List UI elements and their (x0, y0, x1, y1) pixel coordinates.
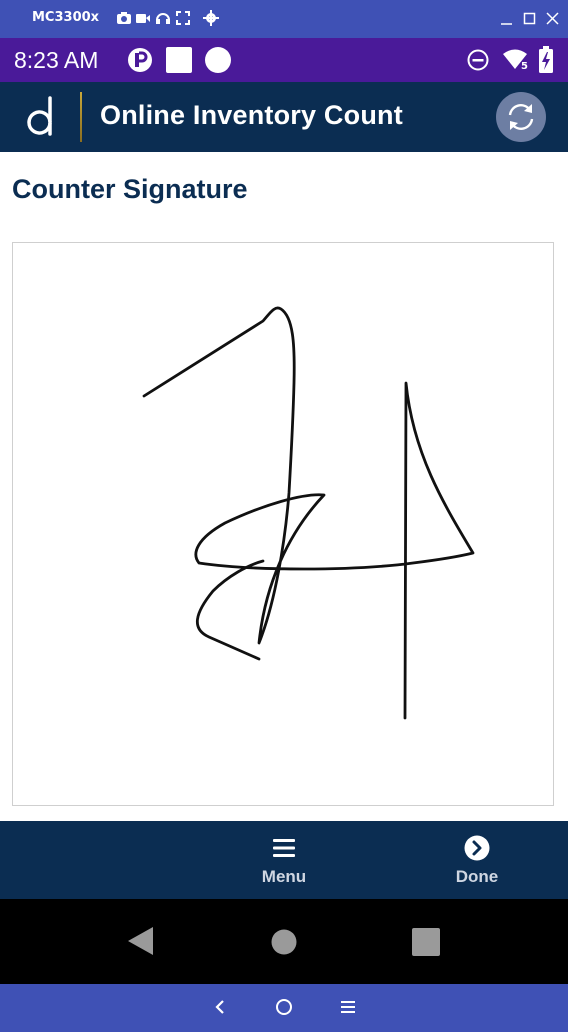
done-label: Done (455, 867, 499, 886)
wifi-icon: 5 (503, 49, 528, 72)
camera-icon[interactable] (116, 10, 132, 26)
emulator-bottom-bar (0, 984, 568, 1032)
page-heading: Counter Signature (12, 174, 248, 204)
status-time: 8:23 AM (14, 47, 99, 73)
nav-recents-icon[interactable] (412, 928, 440, 956)
app-logo-icon (27, 96, 52, 136)
hamburger-menu-icon (273, 839, 295, 857)
video-icon[interactable] (135, 10, 151, 26)
signature-pad[interactable] (12, 242, 554, 806)
menu-button[interactable]: Menu (234, 835, 334, 887)
menu-label: Menu (261, 867, 307, 886)
white-square-icon (166, 47, 192, 73)
maximize-icon[interactable] (522, 11, 538, 27)
close-icon[interactable] (545, 11, 561, 27)
status-bar: 8:23 AM 5 (0, 38, 568, 82)
emulator-title-bar: MC3300x (0, 0, 568, 38)
headset-icon[interactable] (155, 10, 171, 26)
sync-icon (508, 104, 534, 130)
nav-back-icon[interactable] (127, 926, 155, 956)
settings-icon[interactable] (203, 10, 219, 26)
done-button[interactable]: Done (427, 835, 527, 887)
nav-home-icon[interactable] (271, 929, 297, 955)
home-icon[interactable] (275, 998, 293, 1016)
app-header: Online Inventory Count (0, 82, 568, 152)
battery-icon (539, 46, 553, 73)
emulator-title: MC3300x (32, 10, 100, 25)
menu-icon[interactable] (339, 998, 357, 1016)
do-not-disturb-icon (467, 49, 489, 71)
app-notification-icon (128, 48, 152, 72)
logo-divider (80, 92, 82, 142)
white-circle-icon (205, 47, 231, 73)
fullscreen-icon[interactable] (175, 10, 191, 26)
minimize-icon[interactable] (499, 11, 515, 27)
app-title: Online Inventory Count (100, 100, 403, 130)
wifi-badge: 5 (521, 61, 528, 72)
chevron-right-circle-icon (464, 835, 490, 861)
signature-stroke (142, 306, 475, 720)
bottom-toolbar: Menu Done (0, 821, 568, 899)
back-icon[interactable] (212, 998, 230, 1016)
android-nav-bar (0, 899, 568, 984)
sync-button[interactable] (496, 92, 546, 142)
